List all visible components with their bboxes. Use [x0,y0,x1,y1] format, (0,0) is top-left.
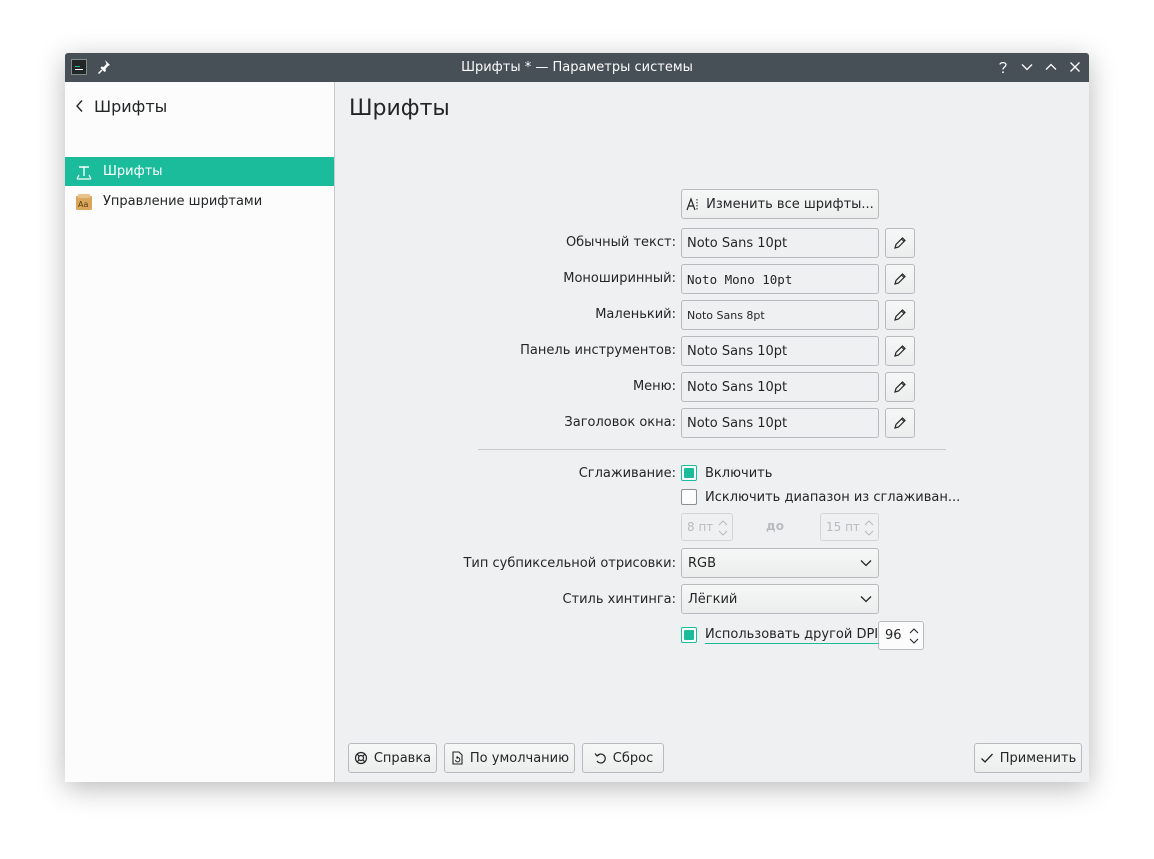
toolbar-font-field: Noto Sans 10pt [681,336,879,366]
subpixel-label: Тип субпиксельной отрисовки: [463,556,676,571]
sidebar: Шрифты Шрифты Aa Управление шрифтами [65,82,335,782]
section-separator [478,449,946,450]
custom-dpi-checkbox[interactable]: Использовать другой DPI: [681,625,883,645]
page-title: Шрифты [349,96,450,121]
main-content: Шрифты Изменить все шрифты... Обычный те… [335,82,1089,782]
antialiasing-enable-label: Включить [705,465,773,481]
monospace-font-label: Моноширинный: [563,271,676,286]
svg-text:Aa: Aa [78,200,88,209]
sidebar-item-fonts[interactable]: Шрифты [65,157,334,186]
reset-button[interactable]: Сброс [582,743,664,773]
custom-dpi-label: Использовать другой DPI: [705,626,883,644]
hinting-label: Стиль хинтинга: [562,592,676,607]
help-icon[interactable] [996,60,1010,74]
sidebar-title: Шрифты [94,96,168,116]
spin-arrows-icon [864,520,874,536]
hinting-value: Лёгкий [688,591,738,607]
back-chevron-icon[interactable] [75,99,85,113]
window-title-font-field: Noto Sans 10pt [681,408,879,438]
antialiasing-enable-checkbox[interactable]: Включить [681,463,772,483]
menu-font-field: Noto Sans 10pt [681,372,879,402]
pencil-icon [894,309,906,321]
regular-font-label: Обычный текст: [565,235,676,250]
window-title-font-label: Заголовок окна: [564,415,676,430]
checkmark-icon [980,753,993,763]
defaults-button[interactable]: По умолчанию [444,743,575,773]
range-to-label: до [766,519,784,533]
pencil-icon [894,237,906,249]
small-font-label: Маленький: [595,307,676,322]
hinting-combobox[interactable]: Лёгкий [681,584,879,614]
dpi-spinbox[interactable]: 96 [878,621,924,650]
pencil-icon [894,417,906,429]
dpi-value: 96 [885,628,902,643]
spin-arrows-icon[interactable] [909,627,919,645]
range-to-spinbox: 15 пт [820,513,879,541]
pencil-icon [894,381,906,393]
fonts-icon [76,165,92,180]
lifebuoy-icon [354,751,367,765]
font-adjust-icon [686,197,698,211]
edit-menu-font-button[interactable] [885,372,915,402]
edit-small-font-button[interactable] [885,300,915,330]
spin-arrows-icon [718,520,728,536]
font-manager-icon: Aa [76,193,92,210]
minimize-icon[interactable] [1020,60,1034,74]
small-font-field: Noto Sans 8pt [681,300,879,330]
close-icon[interactable] [1068,60,1082,74]
defaults-button-label: По умолчанию [469,750,570,766]
exclude-range-label: Исключить диапазон из сглаживан... [705,489,961,505]
subpixel-combobox[interactable]: RGB [681,548,879,578]
change-all-fonts-button[interactable]: Изменить все шрифты... [681,189,879,219]
window-title: Шрифты * — Параметры системы [461,60,693,75]
help-button[interactable]: Справка [348,743,437,773]
menu-font-label: Меню: [632,379,676,394]
pencil-icon [894,345,906,357]
pencil-icon [894,273,906,285]
undo-icon [594,753,606,764]
maximize-icon[interactable] [1044,60,1058,74]
edit-window-title-font-button[interactable] [885,408,915,438]
apply-button-label: Применить [999,750,1077,766]
edit-toolbar-font-button[interactable] [885,336,915,366]
checkbox-box[interactable] [681,489,697,505]
toolbar-font-label: Панель инструментов: [520,343,676,358]
checkbox-box[interactable] [681,465,697,481]
subpixel-value: RGB [688,555,717,571]
sidebar-item-label: Шрифты [103,164,163,179]
antialiasing-label: Сглаживание: [578,466,676,481]
help-button-label: Справка [373,750,432,766]
title-bar[interactable]: Шрифты * — Параметры системы [65,53,1089,82]
edit-regular-font-button[interactable] [885,228,915,258]
document-revert-icon [452,751,463,765]
range-from-value: 8 пт [687,520,714,534]
chevron-down-icon [860,596,872,603]
range-to-value: 15 пт [826,520,860,534]
edit-monospace-font-button[interactable] [885,264,915,294]
monospace-font-field: Noto Mono 10pt [681,264,879,294]
reset-button-label: Сброс [612,750,654,766]
checkbox-box[interactable] [681,627,697,643]
sidebar-back-header[interactable]: Шрифты [75,96,167,116]
range-from-spinbox: 8 пт [681,513,733,541]
sidebar-item-label: Управление шрифтами [103,194,263,209]
apply-button[interactable]: Применить [974,743,1082,773]
sidebar-item-font-manager[interactable]: Aa Управление шрифтами [65,187,334,216]
change-all-fonts-label: Изменить все шрифты... [706,196,874,212]
settings-window: Шрифты * — Параметры системы Шрифты Шриф… [65,53,1089,782]
exclude-range-checkbox[interactable]: Исключить диапазон из сглаживан... [681,487,960,507]
regular-font-field: Noto Sans 10pt [681,228,879,258]
chevron-down-icon [860,560,872,567]
